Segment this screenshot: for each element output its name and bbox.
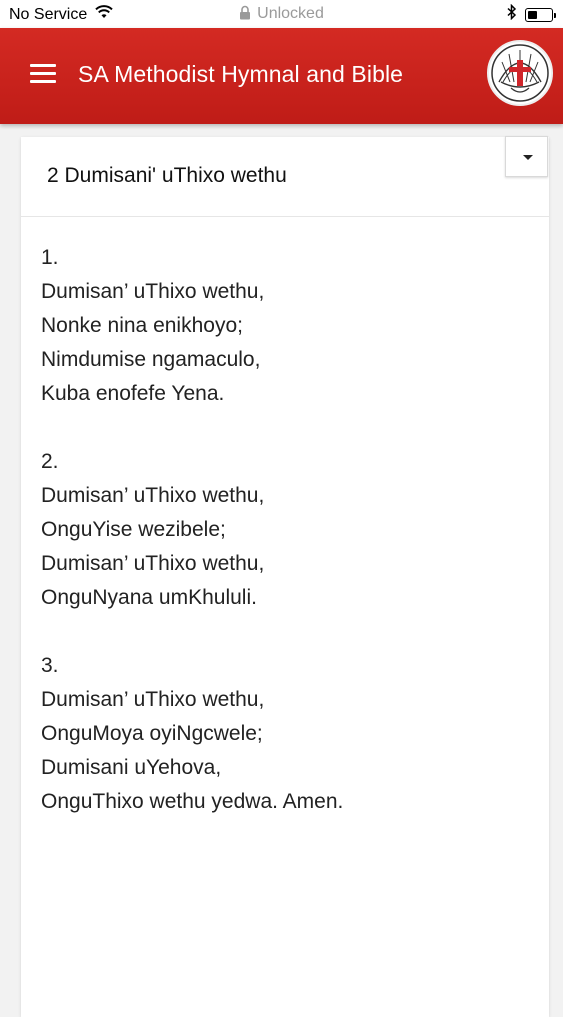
battery-tip (554, 12, 556, 18)
lock-icon (239, 5, 251, 25)
lyric-line: OnguNyana umKhululi. (41, 586, 257, 609)
lyric-line: Nonke nina enikhoyo; (41, 314, 243, 337)
hamburger-line (30, 64, 56, 67)
lyric-line: OnguMoya oyiNgcwele; (41, 722, 263, 745)
lock-label: Unlocked (257, 5, 324, 22)
lyric-line: Dumisan’ uThixo wethu, (41, 280, 265, 303)
lock-status: Unlocked (0, 5, 563, 25)
lyric-line: OnguThixo wethu yedwa. Amen. (41, 790, 344, 813)
hamburger-line (30, 80, 56, 83)
shell-cross-icon (491, 44, 549, 102)
lyric-line: Nimdumise ngamaculo, (41, 348, 261, 371)
app-title: SA Methodist Hymnal and Bible (78, 61, 404, 87)
hymn-title: 2 Dumisani' uThixo wethu (47, 164, 287, 187)
hamburger-line (30, 72, 56, 75)
lyric-line: Dumisan’ uThixo wethu, (41, 688, 265, 711)
verse-number: 3. (41, 654, 59, 677)
verse-number: 1. (41, 246, 59, 269)
app-header: SA Methodist Hymnal and Bible (0, 28, 563, 124)
hymn-card: 2 Dumisani' uThixo wethu 1. Dumisan’ uTh… (21, 137, 549, 1017)
lyric-line: Dumisan’ uThixo wethu, (41, 552, 265, 575)
methodist-logo[interactable] (487, 40, 553, 106)
verse: 3. Dumisan’ uThixo wethu, OnguMoya oyiNg… (41, 649, 531, 819)
bluetooth-icon (507, 3, 517, 25)
hymn-title-bar: 2 Dumisani' uThixo wethu (21, 137, 549, 217)
hymn-dropdown-button[interactable] (505, 136, 548, 177)
menu-button[interactable] (30, 64, 56, 86)
status-right (507, 3, 556, 25)
caret-down-icon (523, 155, 533, 160)
lyric-line: Dumisani uYehova, (41, 756, 222, 779)
lyric-line: Kuba enofefe Yena. (41, 382, 225, 405)
verse: 2. Dumisan’ uThixo wethu, OnguYise wezib… (41, 445, 531, 615)
verse-number: 2. (41, 450, 59, 473)
status-bar: No Service Unlocked (0, 0, 563, 28)
hymn-lyrics: 1. Dumisan’ uThixo wethu, Nonke nina eni… (41, 241, 531, 853)
battery-fill (528, 10, 538, 19)
battery-icon (525, 7, 556, 22)
lyric-line: OnguYise wezibele; (41, 518, 226, 541)
verse: 1. Dumisan’ uThixo wethu, Nonke nina eni… (41, 241, 531, 411)
lyric-line: Dumisan’ uThixo wethu, (41, 484, 265, 507)
